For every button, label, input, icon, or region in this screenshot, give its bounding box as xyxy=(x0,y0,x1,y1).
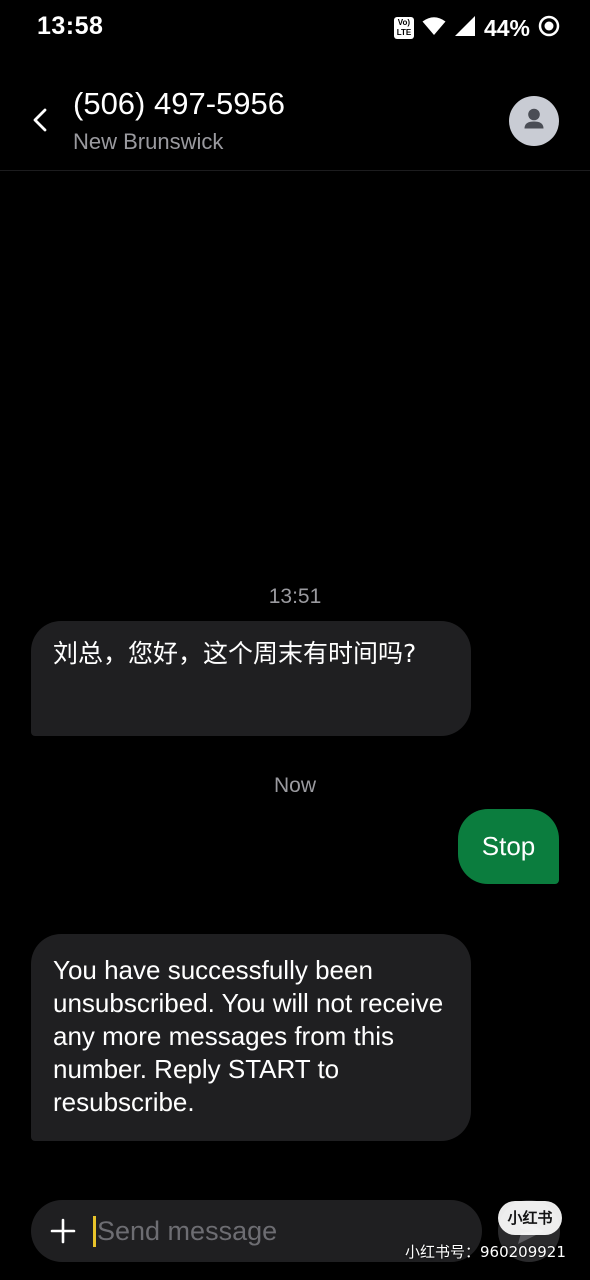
incoming-message[interactable]: You have successfully been unsubscribed.… xyxy=(31,934,471,1141)
status-bar: 13:58 Vo) LTE 44% xyxy=(0,0,590,56)
watermark-logo: 小红书 xyxy=(498,1201,562,1235)
outgoing-message[interactable]: Stop xyxy=(458,809,559,884)
message-text: You have successfully been unsubscribed.… xyxy=(53,955,444,1117)
add-attachment-button[interactable] xyxy=(47,1215,79,1247)
volte-top-label: Vo) xyxy=(397,18,411,27)
status-icons: Vo) LTE 44% xyxy=(393,14,560,42)
battery-level: 44% xyxy=(483,14,530,41)
record-icon xyxy=(538,15,560,42)
wifi-icon xyxy=(422,16,446,41)
volte-icon: Vo) LTE xyxy=(393,17,414,39)
status-time: 13:58 xyxy=(37,12,104,40)
message-input[interactable] xyxy=(97,1210,457,1252)
volte-bottom-label: LTE xyxy=(396,28,412,37)
plus-icon xyxy=(50,1218,76,1244)
contact-avatar[interactable] xyxy=(509,96,559,146)
incoming-message[interactable]: 刘总，您好，这个周末有时间吗? xyxy=(31,621,471,736)
contact-number[interactable]: (506) 497-5956 xyxy=(73,86,285,122)
text-cursor xyxy=(93,1216,96,1247)
signal-icon xyxy=(454,15,476,42)
conversation-header: (506) 497-5956 New Brunswick xyxy=(0,70,590,171)
message-text: Stop xyxy=(481,831,536,861)
message-timestamp: Now xyxy=(273,774,316,797)
watermark-text: 小红书号：960209921 xyxy=(405,1243,566,1261)
message-text: 刘总，您好，这个周末有时间吗? xyxy=(53,639,417,668)
back-button[interactable] xyxy=(22,100,58,140)
chevron-left-icon xyxy=(33,108,47,132)
message-timestamp: 13:51 xyxy=(268,585,322,608)
person-icon xyxy=(524,108,544,129)
contact-location: New Brunswick xyxy=(73,129,224,154)
